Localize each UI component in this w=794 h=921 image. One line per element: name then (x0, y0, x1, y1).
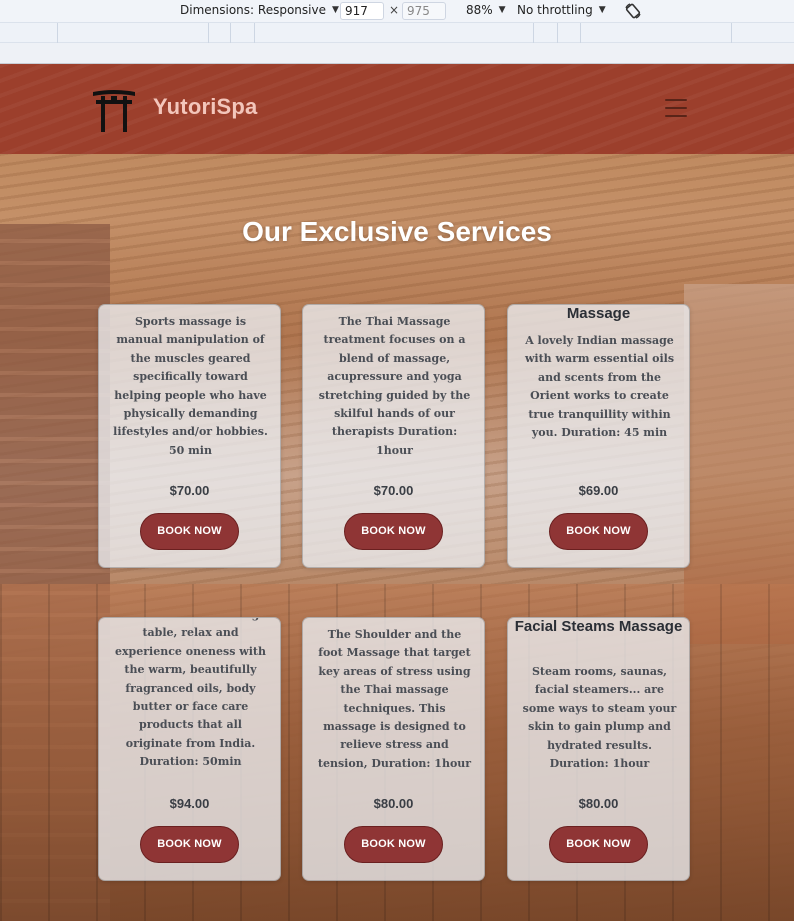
service-card: The Thai Massage treatment focuses on a … (302, 304, 485, 568)
media-query-marker (533, 23, 534, 43)
book-now-button[interactable]: BOOK NOW (549, 513, 648, 550)
book-now-button[interactable]: BOOK NOW (344, 826, 443, 863)
service-price: $70.00 (373, 483, 414, 498)
book-now-button[interactable]: BOOK NOW (140, 513, 239, 550)
throttling-dropdown[interactable]: No throttling ▼ (517, 3, 606, 17)
service-title: Facial Steams Massage (514, 618, 683, 635)
service-price: $69.00 (578, 483, 619, 498)
media-query-marker (57, 23, 58, 43)
section-title: Our Exclusive Services (242, 216, 552, 247)
rotate-icon[interactable] (623, 1, 643, 21)
media-query-marker (208, 23, 209, 43)
page-viewport: YutoriSpa Our Exclusive Services Sports … (0, 64, 794, 921)
ruler-bar (0, 43, 794, 64)
times-symbol: × (389, 3, 400, 17)
service-card: Facial Steams Massage Steam rooms, sauna… (507, 617, 690, 881)
service-description: The Thai Massage treatment focuses on a … (318, 315, 471, 457)
book-now-button[interactable]: BOOK NOW (140, 826, 239, 863)
width-input[interactable]: 917 (340, 2, 384, 20)
media-query-marker (580, 23, 581, 43)
chevron-down-icon: ▼ (598, 5, 606, 15)
zoom-label: 88% (466, 3, 493, 17)
service-card: Massage A lovely Indian massage with war… (507, 304, 690, 568)
service-price: $94.00 (169, 796, 210, 811)
book-now-button[interactable]: BOOK NOW (549, 826, 648, 863)
service-card: Lie back on the massage table, relax and… (98, 617, 281, 881)
service-card: Sports massage is manual manipulation of… (98, 304, 281, 568)
torii-gate-icon[interactable] (92, 86, 136, 132)
devtools-toolbar: Dimensions: Responsive ▼ 917 × 975 88% ▼… (0, 0, 794, 64)
media-query-bar[interactable] (0, 22, 794, 43)
chevron-down-icon: ▼ (498, 5, 506, 15)
hamburger-menu-icon[interactable] (665, 99, 687, 117)
throttle-label: No throttling (517, 3, 593, 17)
height-input[interactable]: 975 (402, 2, 446, 20)
service-description: A lovely Indian massage with warm essent… (524, 334, 675, 440)
service-price: $80.00 (373, 796, 414, 811)
dimensions-label: Dimensions: Responsive (180, 3, 326, 17)
service-card: The Shoulder and the foot Massage that t… (302, 617, 485, 881)
media-query-marker (230, 23, 231, 43)
service-description: Steam rooms, saunas, facial steamers... … (522, 665, 677, 771)
book-now-button[interactable]: BOOK NOW (344, 513, 443, 550)
device-toolbar: Dimensions: Responsive ▼ 917 × 975 88% ▼… (0, 0, 794, 22)
service-description: Sports massage is manual manipulation of… (113, 315, 268, 457)
media-query-marker (254, 23, 255, 43)
service-description: The Shoulder and the foot Massage that t… (317, 628, 472, 770)
service-price: $70.00 (169, 483, 210, 498)
service-title: Massage (566, 305, 631, 322)
service-description: Lie back on the massage table, relax and… (114, 618, 267, 769)
dimensions-dropdown[interactable]: Dimensions: Responsive ▼ (180, 3, 339, 17)
navbar: YutoriSpa (0, 64, 794, 154)
media-query-marker (731, 23, 732, 43)
service-price: $80.00 (578, 796, 619, 811)
brand-name[interactable]: YutoriSpa (153, 94, 258, 120)
zoom-dropdown[interactable]: 88% ▼ (466, 3, 506, 17)
chevron-down-icon: ▼ (331, 5, 339, 15)
media-query-marker (557, 23, 558, 43)
